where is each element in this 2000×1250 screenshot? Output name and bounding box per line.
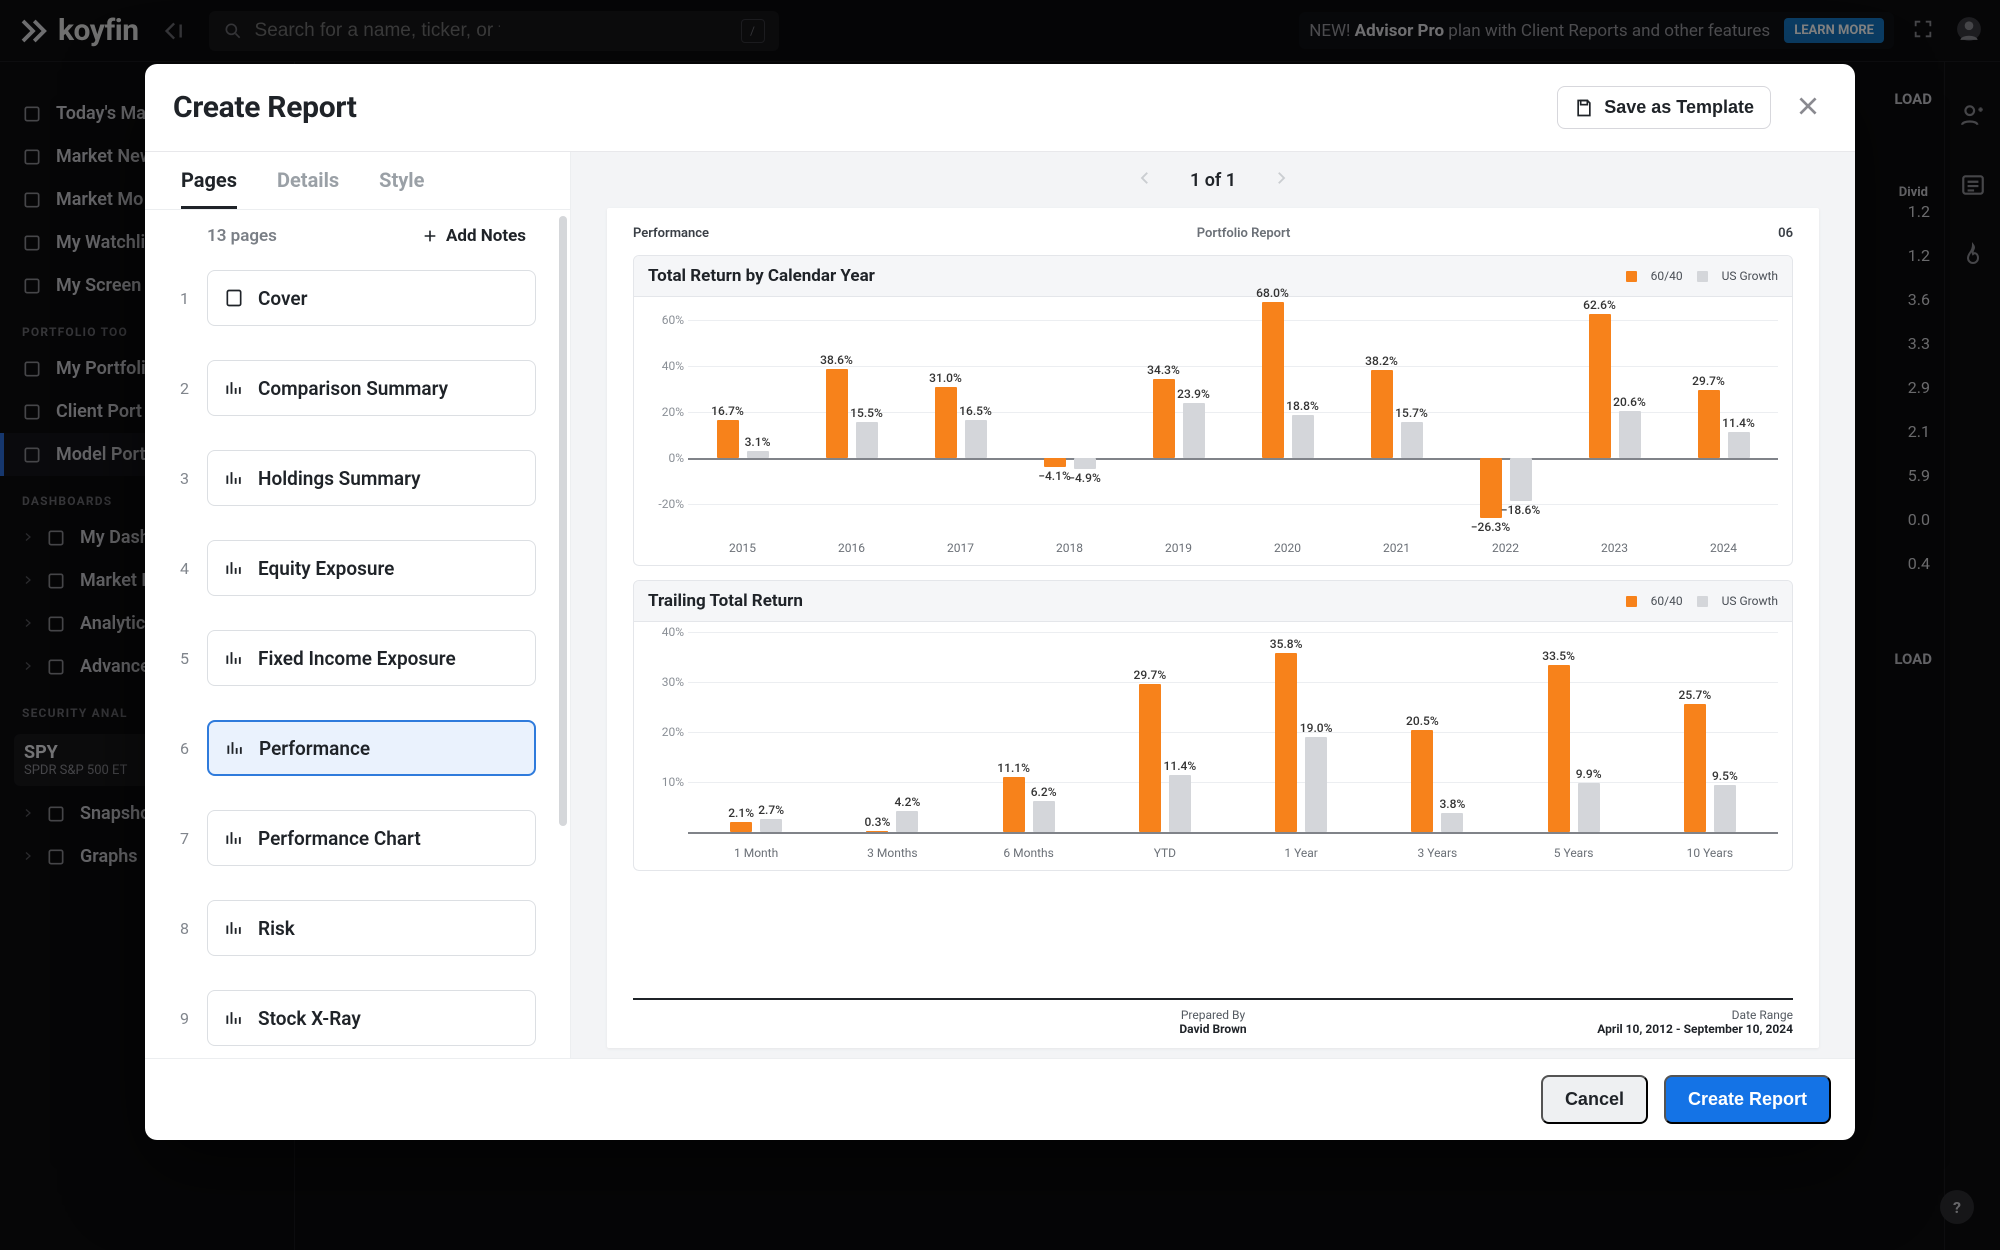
page-card[interactable]: Stock X-Ray [207,990,536,1046]
modal-title: Create Report [173,90,357,125]
tab-details[interactable]: Details [277,168,339,209]
page-card[interactable]: Performance [207,720,536,776]
chart-total-return: Total Return by Calendar Year 60/40 US G… [633,255,1793,566]
page-icon [225,738,245,758]
add-notes-button[interactable]: Add Notes [422,226,526,246]
pager-label: 1 of 1 [1190,170,1236,191]
chart-trailing-return: Trailing Total Return 60/40 US Growth 10… [633,580,1793,871]
pager-next[interactable] [1272,169,1290,192]
page-card[interactable]: Comparison Summary [207,360,536,416]
pages-scrollbar[interactable] [559,216,567,826]
page-card[interactable]: Performance Chart [207,810,536,866]
page-icon [224,648,244,668]
report-preview-sheet: Performance Portfolio Report 06 Total Re… [607,208,1819,1048]
pager-prev[interactable] [1136,169,1154,192]
page-icon [224,468,244,488]
page-icon [224,378,244,398]
save-icon [1574,98,1594,118]
page-card[interactable]: Equity Exposure [207,540,536,596]
page-card[interactable]: Cover [207,270,536,326]
page-icon [224,1008,244,1028]
cancel-button[interactable]: Cancel [1541,1075,1648,1124]
page-icon [224,558,244,578]
page-card[interactable]: Risk [207,900,536,956]
create-report-button[interactable]: Create Report [1664,1075,1831,1124]
chart-legend: 60/40 US Growth [1626,594,1778,608]
page-icon [224,288,244,308]
page-card[interactable]: Holdings Summary [207,450,536,506]
page-icon [224,828,244,848]
tab-style[interactable]: Style [379,168,424,209]
create-report-modal: Create Report Save as Template Pages Det… [145,64,1855,1140]
chart-legend: 60/40 US Growth [1626,269,1778,283]
page-icon [224,918,244,938]
tab-pages[interactable]: Pages [181,168,237,209]
page-card[interactable]: Fixed Income Exposure [207,630,536,686]
pages-count: 13 pages [207,226,277,246]
save-template-button[interactable]: Save as Template [1557,86,1771,129]
close-icon[interactable] [1789,87,1827,129]
plus-icon [422,228,438,244]
